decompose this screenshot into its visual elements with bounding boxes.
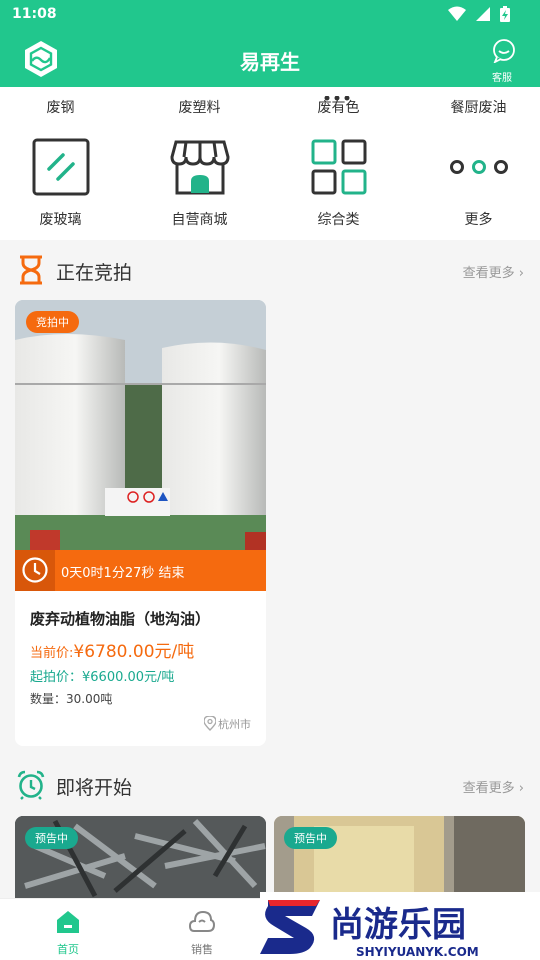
chevron-right-icon: › (518, 266, 524, 281)
upcoming-section-title: 即将开始 (56, 777, 133, 799)
tab-home[interactable]: 首页 (38, 909, 98, 957)
auction-item-photo (15, 300, 266, 550)
category-row: 废玻璃 自营商城 综合类 更多 (0, 117, 540, 240)
app-title: 易再生 (240, 50, 300, 74)
start-price: 起拍价：¥6600.00元/吨 (30, 670, 175, 685)
category-more-label: 更多 (464, 212, 493, 228)
clock-icon (22, 557, 48, 583)
more-icon (449, 160, 508, 174)
store-icon (169, 140, 230, 195)
watermark-logo: 尚游乐园 SHYIYUANYK.COM (260, 892, 540, 960)
auction-card[interactable]: 竞拍中 0天0时1分27秒 结束 废弃动植物油脂（地沟油） 当前价:¥6780.… (15, 300, 266, 746)
category-row-top: 废钢 废塑料 废有色 餐厨废油 (0, 87, 540, 117)
upcoming-see-more-label: 查看更多 (462, 781, 515, 796)
auction-status-badge: 竞拍中 (26, 311, 79, 333)
upcoming-badge-2: 预告中 (284, 827, 337, 849)
auction-see-more-link[interactable]: 查看更多 › (463, 262, 524, 281)
customer-service-button[interactable]: 客服 (490, 39, 518, 84)
category-general-label: 综合类 (317, 212, 360, 228)
signal-icon (475, 7, 490, 21)
tab-sell-label: 销售 (191, 943, 213, 956)
category-steel[interactable]: 废钢 (0, 97, 128, 117)
sell-icon (188, 910, 216, 932)
home-icon (57, 911, 79, 933)
category-nonferrous[interactable]: 废有色 (271, 97, 406, 117)
auction-item-title: 废弃动植物油脂（地沟油） (30, 610, 211, 628)
category-store-label: 自营商城 (171, 212, 228, 228)
current-price-label: 当前价: (30, 646, 74, 661)
alarm-clock-icon (17, 770, 45, 800)
auction-section-header: 正在竞拍 查看更多 › (0, 250, 540, 290)
customer-service-label: 客服 (492, 73, 512, 84)
auction-section-title: 正在竞拍 (56, 262, 133, 284)
chevron-right-icon: › (518, 781, 524, 796)
auction-see-more-label: 查看更多 (462, 266, 515, 281)
status-icons (444, 6, 510, 25)
category-general[interactable]: 综合类 (271, 137, 406, 229)
watermark-title: 尚游乐园 (330, 905, 466, 945)
tab-sell[interactable]: 销售 (172, 909, 232, 957)
category-plastic[interactable]: 废塑料 (132, 97, 267, 117)
category-glass[interactable]: 废玻璃 (0, 137, 128, 229)
location-pin-icon (203, 715, 217, 731)
location-text: 杭州市 (218, 718, 251, 731)
auction-countdown: 0天0时1分27秒 结束 (15, 550, 266, 591)
countdown-text: 0天0时1分27秒 结束 (61, 566, 185, 581)
tab-home-label: 首页 (57, 943, 79, 956)
current-price: 当前价:¥6780.00元/吨 (30, 637, 194, 662)
upcoming-section-header: 即将开始 查看更多 › (0, 765, 540, 805)
category-icon-stub (322, 87, 352, 101)
category-glass-label: 废玻璃 (39, 212, 82, 228)
chat-icon (493, 39, 515, 64)
category-store[interactable]: 自营商城 (132, 137, 267, 229)
upcoming-card-2[interactable]: 预告中 (274, 816, 525, 900)
current-price-value: ¥6780.00元/吨 (73, 642, 195, 662)
wifi-icon (447, 6, 466, 21)
upcoming-card-1[interactable]: 预告中 (15, 816, 266, 900)
app-bar: 易再生 客服 (0, 30, 540, 87)
app-logo-icon[interactable] (21, 39, 61, 79)
grid-icon (311, 139, 366, 195)
battery-icon (500, 6, 510, 22)
upcoming-see-more-link[interactable]: 查看更多 › (463, 777, 524, 796)
category-kitchen-oil[interactable]: 餐厨废油 (411, 97, 540, 117)
location: 杭州市 (203, 715, 251, 732)
glass-icon (32, 138, 89, 196)
upcoming-badge-1: 预告中 (25, 827, 78, 849)
clock-icon-wrap (15, 550, 55, 591)
watermark-url: SHYIYUANYK.COM (356, 945, 479, 959)
category-more[interactable]: 更多 (411, 137, 540, 229)
status-time: 11:08 (12, 6, 57, 22)
status-bar: 11:08 (0, 0, 540, 30)
quantity: 数量：30.00吨 (30, 692, 113, 706)
hourglass-icon (20, 255, 42, 285)
